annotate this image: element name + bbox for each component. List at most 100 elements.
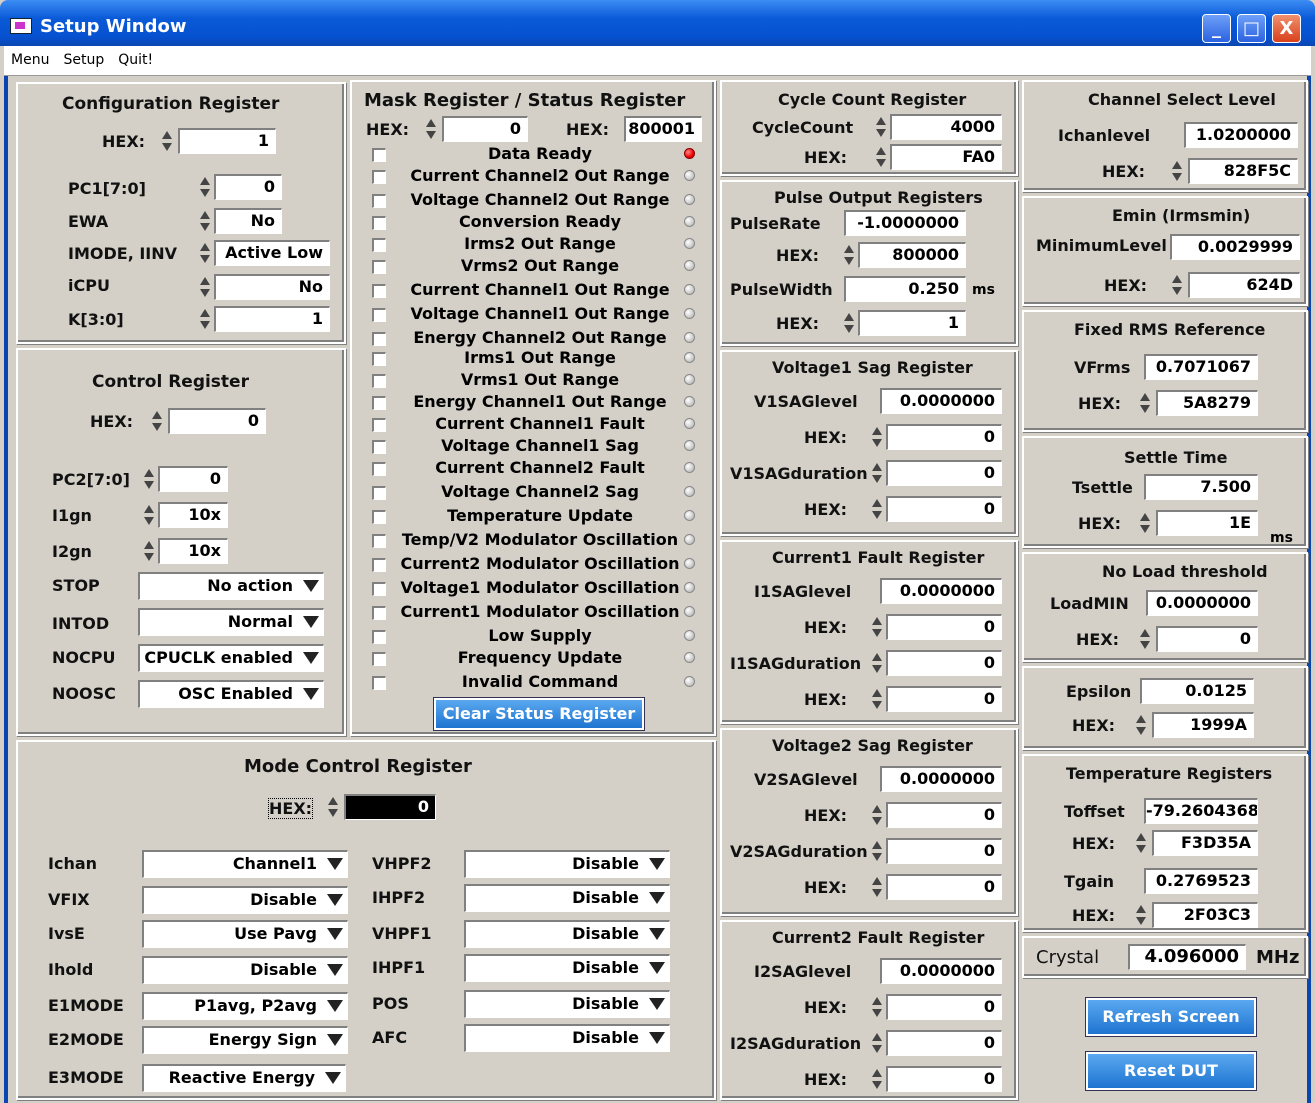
cycle-hex-input[interactable]: FA0	[890, 144, 1002, 170]
reset-dut-button[interactable]: Reset DUT	[1085, 1051, 1257, 1091]
tgain-input[interactable]: 0.2769523	[1144, 868, 1258, 894]
pulserate-hex-input[interactable]: 800000	[858, 242, 966, 268]
mode-dropdown[interactable]: Disable	[142, 886, 348, 914]
hex-spinner[interactable]	[870, 686, 883, 712]
duration-input[interactable]: 0	[886, 650, 1002, 676]
maximize-button[interactable]: □	[1237, 14, 1266, 43]
hex-spinner[interactable]	[1134, 830, 1147, 856]
noosc-dropdown[interactable]: OSC Enabled	[138, 680, 324, 708]
hex-spinner[interactable]	[1170, 272, 1183, 298]
config-hex-input[interactable]: 1	[178, 128, 276, 154]
level-hex-input[interactable]: 0	[886, 994, 1002, 1020]
hex-spinner[interactable]	[870, 496, 883, 522]
menu-item-setup[interactable]: Setup	[56, 46, 111, 68]
stop-dropdown[interactable]: No action	[138, 572, 324, 600]
hex-spinner[interactable]	[870, 994, 883, 1020]
mode-dropdown[interactable]: Use Pavg	[142, 920, 348, 948]
i1gn-input[interactable]: 10x	[158, 502, 228, 528]
level-input[interactable]: 0.0000000	[880, 388, 1002, 414]
pc1-spinner[interactable]	[198, 174, 211, 200]
mode-dropdown[interactable]: Disable	[464, 1024, 670, 1052]
toffset-hex-input[interactable]: F3D35A	[1152, 830, 1258, 856]
settle-hex-input[interactable]: 1E	[1156, 510, 1258, 536]
k-spinner[interactable]	[198, 306, 211, 332]
level-input[interactable]: 0.0000000	[880, 578, 1002, 604]
mode-dropdown[interactable]: Energy Sign	[142, 1026, 348, 1054]
hex-spinner[interactable]	[870, 424, 883, 450]
hex-spinner[interactable]	[1170, 158, 1183, 184]
clear-status-register-button[interactable]: Clear Status Register	[433, 697, 645, 731]
duration-input[interactable]: 0	[886, 838, 1002, 864]
pulsewidth-input[interactable]: 0.250	[844, 276, 966, 302]
icpu-input[interactable]: No	[214, 274, 330, 300]
hex-spinner[interactable]	[1138, 626, 1151, 652]
hex-spinner[interactable]	[1134, 712, 1147, 738]
mode-dropdown[interactable]: Disable	[142, 956, 348, 984]
minimumlevel-input[interactable]: 0.0029999	[1170, 234, 1300, 260]
menu-item-menu[interactable]: Menu	[4, 46, 56, 68]
hex-spinner[interactable]	[150, 408, 163, 434]
menu-item-quit[interactable]: Quit!	[111, 46, 160, 68]
loadmin-input[interactable]: 0.0000000	[1146, 590, 1258, 616]
chansel-hex-input[interactable]: 828F5C	[1188, 158, 1298, 184]
level-input[interactable]: 0.0000000	[880, 766, 1002, 792]
hex-spinner[interactable]	[874, 144, 887, 170]
control-hex-input[interactable]: 0	[168, 408, 266, 434]
pulsewidth-hex-input[interactable]: 1	[858, 310, 966, 336]
nocpu-dropdown[interactable]: CPUCLK enabled	[138, 644, 324, 672]
ewa-spinner[interactable]	[198, 208, 211, 234]
level-hex-input[interactable]: 0	[886, 802, 1002, 828]
duration-spinner[interactable]	[870, 650, 883, 676]
intod-dropdown[interactable]: Normal	[138, 608, 324, 636]
duration-spinner[interactable]	[870, 1030, 883, 1056]
frms-hex-input[interactable]: 5A8279	[1156, 390, 1258, 416]
refresh-screen-button[interactable]: Refresh Screen	[1085, 997, 1257, 1037]
hex-spinner[interactable]	[326, 794, 339, 820]
mode-dropdown[interactable]: Disable	[464, 954, 670, 982]
epsilon-hex-input[interactable]: 1999A	[1152, 712, 1254, 738]
hex-spinner[interactable]	[842, 310, 855, 336]
duration-hex-input[interactable]: 0	[886, 1066, 1002, 1092]
duration-hex-input[interactable]: 0	[886, 874, 1002, 900]
vfrms-input[interactable]: 0.7071067	[1144, 354, 1258, 380]
level-input[interactable]: 0.0000000	[880, 958, 1002, 984]
cyclecount-input[interactable]: 4000	[890, 114, 1002, 140]
minimize-button[interactable]: _	[1202, 14, 1231, 43]
toffset-input[interactable]: -79.2604368	[1144, 798, 1258, 824]
mode-dropdown[interactable]: P1avg, P2avg	[142, 992, 348, 1020]
pc2-input[interactable]: 0	[158, 466, 228, 492]
hex-spinner[interactable]	[1134, 902, 1147, 928]
duration-hex-input[interactable]: 0	[886, 686, 1002, 712]
pulserate-input[interactable]: -1.0000000	[844, 210, 966, 236]
duration-input[interactable]: 0	[886, 1030, 1002, 1056]
mask-hex-spinner[interactable]	[424, 116, 437, 142]
tsettle-input[interactable]: 7.500	[1144, 474, 1258, 500]
crystal-input[interactable]: 4.096000	[1128, 944, 1246, 970]
hex-spinner[interactable]	[870, 614, 883, 640]
noload-hex-input[interactable]: 0	[1156, 626, 1258, 652]
tgain-hex-input[interactable]: 2F03C3	[1152, 902, 1258, 928]
epsilon-input[interactable]: 0.0125	[1140, 678, 1254, 704]
hex-spinner[interactable]	[160, 128, 173, 154]
hex-spinner[interactable]	[870, 874, 883, 900]
hex-spinner[interactable]	[870, 802, 883, 828]
hex-spinner[interactable]	[1138, 390, 1151, 416]
mode-dropdown[interactable]: Disable	[464, 920, 670, 948]
imode-spinner[interactable]	[198, 240, 211, 266]
i2gn-spinner[interactable]	[142, 538, 155, 564]
duration-input[interactable]: 0	[886, 460, 1002, 486]
duration-spinner[interactable]	[870, 460, 883, 486]
hex-spinner[interactable]	[1138, 510, 1151, 536]
close-button[interactable]: X	[1272, 14, 1301, 43]
pc1-input[interactable]: 0	[214, 174, 282, 200]
mode-dropdown[interactable]: Disable	[464, 990, 670, 1018]
duration-spinner[interactable]	[870, 838, 883, 864]
emin-hex-input[interactable]: 624D	[1188, 272, 1300, 298]
hex-spinner[interactable]	[870, 1066, 883, 1092]
mode-dropdown[interactable]: Channel1	[142, 850, 348, 878]
k-input[interactable]: 1	[214, 306, 330, 332]
pc2-spinner[interactable]	[142, 466, 155, 492]
mode-hex-input[interactable]: 0	[344, 794, 436, 820]
i2gn-input[interactable]: 10x	[158, 538, 228, 564]
mask-hex-input[interactable]: 0	[442, 116, 528, 142]
